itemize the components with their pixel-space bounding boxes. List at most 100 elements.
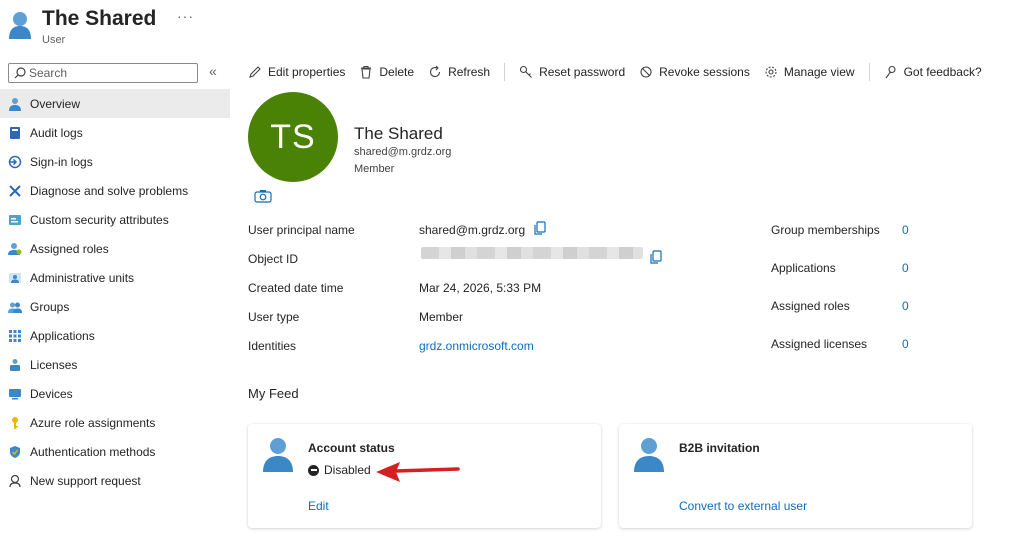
role-icon: [7, 241, 23, 257]
sidebar-item-custom-security-attributes[interactable]: Custom security attributes: [0, 205, 230, 234]
sidebar-nav: Overview Audit logs Sign-in logs Diagnos…: [0, 89, 230, 495]
sidebar-item-label: Audit logs: [30, 125, 83, 140]
block-icon: [640, 66, 652, 78]
disabled-icon: [308, 464, 319, 476]
pencil-icon: [249, 66, 261, 78]
upn-value: shared@m.grdz.org: [419, 223, 526, 237]
object-id-label: Object ID: [248, 252, 299, 266]
revoke-sessions-button[interactable]: Revoke sessions: [639, 65, 750, 79]
manage-view-label: Manage view: [783, 65, 855, 79]
manage-view-button[interactable]: Manage view: [764, 65, 855, 79]
convert-to-external-user-link[interactable]: Convert to external user: [679, 499, 807, 513]
identities-link[interactable]: grdz.onmicrosoft.com: [419, 339, 534, 353]
sidebar-item-new-support-request[interactable]: New support request: [0, 466, 230, 495]
account-status-value: Disabled: [308, 463, 371, 477]
edit-account-status-link[interactable]: Edit: [308, 499, 329, 513]
key-icon: [520, 65, 532, 78]
user-icon: [263, 438, 293, 472]
key-icon: [7, 415, 23, 431]
sidebar-item-applications[interactable]: Applications: [0, 321, 230, 350]
created-value: Mar 24, 2026, 5:33 PM: [419, 281, 542, 295]
sidebar-item-label: Custom security attributes: [30, 212, 169, 227]
more-options-button[interactable]: ···: [177, 8, 194, 24]
sidebar-item-label: New support request: [30, 473, 141, 488]
sidebar-item-label: Licenses: [30, 357, 78, 372]
grid-icon: [7, 328, 23, 344]
sidebar-item-sign-in-logs[interactable]: Sign-in logs: [0, 147, 230, 176]
search-icon: [14, 67, 26, 79]
delete-label: Delete: [379, 65, 415, 79]
sidebar-item-licenses[interactable]: Licenses: [0, 350, 230, 379]
sidebar-item-label: Administrative units: [30, 270, 135, 285]
shield-icon: [7, 444, 23, 460]
sidebar-item-label: Sign-in logs: [30, 154, 93, 169]
search-box[interactable]: [8, 63, 198, 83]
sidebar-item-audit-logs[interactable]: Audit logs: [0, 118, 230, 147]
sidebar-item-azure-role-assignments[interactable]: Azure role assignments: [0, 408, 230, 437]
reset-password-button[interactable]: Reset password: [519, 65, 625, 79]
feedback-label: Got feedback?: [903, 65, 982, 79]
sidebar-item-label: Azure role assignments: [30, 415, 156, 430]
gear-icon: [765, 66, 777, 78]
refresh-button[interactable]: Refresh: [428, 65, 490, 79]
sidebar: « Overview Audit logs Sign-in logs Diagn…: [0, 56, 232, 544]
command-bar: Edit properties Delete Refresh Reset pas…: [248, 60, 996, 84]
assigned-licenses-count[interactable]: 0: [902, 337, 909, 351]
upn-label: User principal name: [248, 223, 355, 237]
feedback-button[interactable]: Got feedback?: [884, 65, 982, 79]
refresh-label: Refresh: [448, 65, 491, 79]
identities-label: Identities: [248, 339, 297, 353]
user-type-label: User type: [248, 310, 300, 324]
revoke-sessions-label: Revoke sessions: [659, 65, 750, 79]
sidebar-item-devices[interactable]: Devices: [0, 379, 230, 408]
page-subtitle: User: [42, 34, 66, 46]
device-icon: [7, 386, 23, 402]
sidebar-item-groups[interactable]: Groups: [0, 292, 230, 321]
applications-count[interactable]: 0: [902, 261, 909, 275]
applications-label: Applications: [771, 261, 836, 275]
assigned-licenses-label: Assigned licenses: [771, 337, 868, 351]
b2b-invitation-card: B2B invitation Convert to external user: [619, 424, 972, 528]
sidebar-item-assigned-roles[interactable]: Assigned roles: [0, 234, 230, 263]
copy-icon[interactable]: [533, 221, 547, 236]
object-id-redacted: [421, 247, 643, 259]
assigned-roles-count[interactable]: 0: [902, 299, 909, 313]
sidebar-item-diagnose[interactable]: Diagnose and solve problems: [0, 176, 230, 205]
sidebar-item-overview[interactable]: Overview: [0, 89, 230, 118]
tag-icon: [7, 212, 23, 228]
feedback-icon: [885, 65, 896, 79]
page-header: The Shared ··· User: [0, 0, 1024, 56]
sidebar-item-label: Applications: [30, 328, 95, 343]
created-label: Created date time: [248, 281, 344, 295]
sidebar-item-label: Groups: [30, 299, 70, 314]
license-icon: [7, 357, 23, 373]
group-memberships-label: Group memberships: [771, 223, 880, 237]
tools-icon: [7, 183, 23, 199]
group-memberships-count[interactable]: 0: [902, 223, 909, 237]
page-title: The Shared: [42, 7, 157, 30]
assigned-roles-label: Assigned roles: [771, 299, 850, 313]
b2b-invitation-title: B2B invitation: [679, 441, 760, 455]
admin-unit-icon: [7, 270, 23, 286]
profile-email: shared@m.grdz.org: [354, 146, 452, 158]
avatar: TS: [248, 92, 338, 182]
reset-password-label: Reset password: [539, 65, 626, 79]
profile-name: The Shared: [354, 124, 443, 143]
collapse-sidebar-button[interactable]: «: [209, 63, 217, 79]
trash-icon: [361, 65, 372, 79]
delete-button[interactable]: Delete: [359, 65, 414, 79]
sign-in-icon: [7, 154, 23, 170]
sidebar-item-authentication-methods[interactable]: Authentication methods: [0, 437, 230, 466]
annotation-arrow-icon: [376, 462, 460, 482]
edit-properties-label: Edit properties: [268, 65, 346, 79]
search-input[interactable]: [29, 65, 189, 81]
refresh-icon: [430, 65, 441, 78]
profile-user-type: Member: [354, 163, 395, 175]
camera-icon[interactable]: [254, 189, 272, 203]
sidebar-item-administrative-units[interactable]: Administrative units: [0, 263, 230, 292]
edit-properties-button[interactable]: Edit properties: [248, 65, 345, 79]
user-icon: [9, 12, 31, 39]
user-icon: [634, 438, 664, 472]
copy-icon[interactable]: [649, 250, 663, 265]
support-icon: [7, 473, 23, 489]
